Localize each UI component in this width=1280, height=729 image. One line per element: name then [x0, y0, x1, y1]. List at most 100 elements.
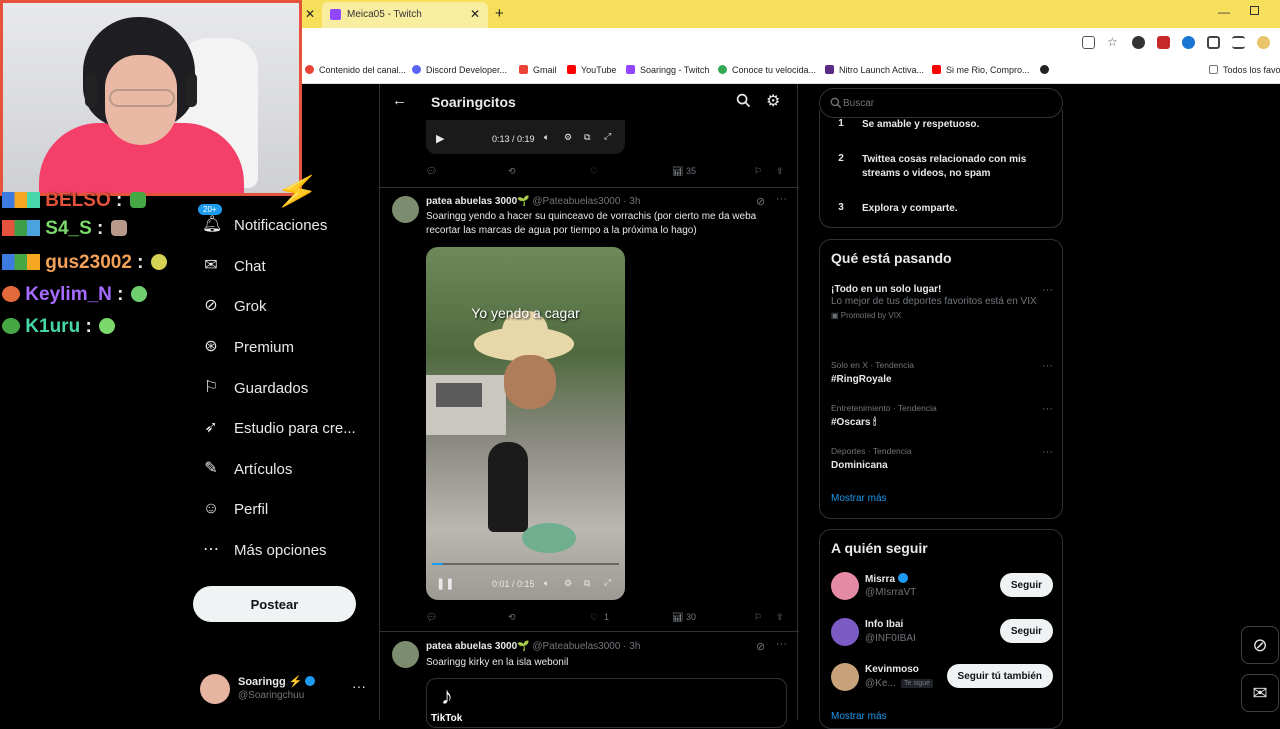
- close-icon[interactable]: ✕: [470, 7, 480, 21]
- video-player[interactable]: Yo yendo a cagar ❚❚ 0:01 / 0:15 🔈︎ ⚙ ⧉ ⤢: [426, 247, 625, 600]
- follow-suggestion[interactable]: Kevinmoso @Ke... Te sigue Seguir tú tamb…: [831, 661, 1053, 695]
- back-arrow-icon[interactable]: ←: [392, 92, 407, 109]
- share-icon[interactable]: ⇪: [776, 166, 784, 177]
- nav-item-articulos[interactable]: ✎ Artículos: [192, 455, 372, 485]
- nav-item-premium[interactable]: ⊛ Premium: [192, 333, 372, 363]
- grok-icon[interactable]: ⊘: [756, 195, 765, 208]
- search-icon[interactable]: [736, 93, 751, 108]
- show-more-link[interactable]: Mostrar más: [831, 493, 887, 504]
- trend-item[interactable]: Deportes · Tendencia Dominicana ···: [831, 446, 1053, 471]
- bookmark-folder[interactable]: Todos los favor: [1209, 65, 1280, 75]
- follow-suggestion[interactable]: Misrra @MIsrraVT Seguir: [831, 570, 1053, 604]
- link-card[interactable]: ♪ TikTok: [426, 678, 787, 728]
- grok-icon[interactable]: ⊘: [1241, 626, 1279, 664]
- trend-item[interactable]: ¡Todo en un solo lugar! Lo mejor de tus …: [831, 284, 1053, 320]
- bookmark-icon[interactable]: ⚐: [754, 166, 762, 177]
- mail-icon[interactable]: ✉: [1241, 674, 1279, 712]
- bookmark[interactable]: Si me Rio, Compro...: [932, 65, 1030, 75]
- volume-icon[interactable]: 🔈︎: [544, 132, 549, 143]
- extension-icon[interactable]: [1182, 36, 1195, 49]
- more-icon[interactable]: ···: [1042, 284, 1053, 296]
- nav-item-chat[interactable]: ✉ Chat: [192, 252, 372, 282]
- nav-item-estudio[interactable]: ➶ Estudio para cre...: [192, 414, 372, 444]
- trend-item[interactable]: Entretenimiento · Tendencia #Oscars 🕯 ··…: [831, 403, 1053, 428]
- more-icon[interactable]: ···: [776, 193, 787, 205]
- nav-item-mas-opciones[interactable]: ⋯ Más opciones: [192, 536, 372, 566]
- pip-icon[interactable]: ⧉: [584, 132, 590, 143]
- video-progress-track[interactable]: [432, 563, 619, 565]
- views-icon[interactable]: 📊︎: [672, 166, 683, 177]
- more-icon[interactable]: ···: [776, 638, 787, 650]
- pause-icon[interactable]: ❚❚: [436, 577, 454, 590]
- more-icon[interactable]: ···: [1042, 360, 1053, 372]
- follow-suggestion[interactable]: Info Ibai @INF0IBAI Seguir: [831, 616, 1053, 650]
- avatar[interactable]: [1257, 36, 1270, 49]
- bookmark[interactable]: YouTube: [567, 65, 616, 75]
- settings-icon[interactable]: ⚙: [564, 132, 572, 143]
- more-icon[interactable]: ···: [1042, 403, 1053, 415]
- bookmark[interactable]: Conoce tu velocida...: [718, 65, 816, 75]
- author-handle[interactable]: @Pateabuelas3000 · 3h: [532, 196, 640, 207]
- promoted-label: ▣ Promoted by VIX: [831, 311, 902, 320]
- star-icon[interactable]: ☆: [1107, 36, 1120, 49]
- follow-button[interactable]: Seguir: [999, 573, 1053, 597]
- reply-icon[interactable]: 💬︎: [426, 166, 437, 177]
- bookmark-icon[interactable]: ⚐: [754, 612, 762, 623]
- avatar[interactable]: [831, 663, 859, 691]
- browser-tab[interactable]: Meica05 - Twitch ✕: [322, 2, 488, 28]
- follow-back-button[interactable]: Seguir tú también: [946, 664, 1053, 688]
- fullscreen-icon[interactable]: ⤢: [604, 131, 611, 142]
- puzzle-icon[interactable]: [1207, 36, 1220, 49]
- show-more-link[interactable]: Mostrar más: [831, 711, 887, 722]
- bookmark[interactable]: Soaringg - Twitch: [626, 65, 709, 75]
- nav-item-grok[interactable]: ⊘ Grok: [192, 292, 372, 322]
- like-icon[interactable]: ♡: [590, 166, 598, 177]
- repost-icon[interactable]: ⟲: [508, 612, 516, 623]
- nav-item-guardados[interactable]: ⚐ Guardados: [192, 374, 372, 404]
- close-icon[interactable]: ✕: [305, 7, 315, 21]
- follow-button[interactable]: Seguir: [999, 619, 1053, 643]
- minimize-icon[interactable]: —: [1218, 5, 1230, 19]
- new-tab-icon[interactable]: +: [495, 5, 504, 22]
- post-button[interactable]: Postear: [193, 586, 356, 622]
- views-icon[interactable]: 📊︎: [672, 612, 683, 623]
- search-placeholder: Buscar: [843, 98, 875, 109]
- extension-icon[interactable]: [1132, 36, 1145, 49]
- bookmark[interactable]: [1040, 65, 1054, 75]
- avatar[interactable]: [392, 641, 419, 668]
- avatar[interactable]: [831, 572, 859, 600]
- maximize-icon[interactable]: [1250, 6, 1259, 15]
- account-switcher[interactable]: Soaringg ⚡ @Soaringchuu ···: [200, 672, 370, 706]
- install-icon[interactable]: [1082, 36, 1095, 49]
- bookmark[interactable]: Discord Developer...: [412, 65, 507, 75]
- extension-icon[interactable]: [1157, 36, 1170, 49]
- play-icon[interactable]: ▶: [436, 132, 444, 145]
- pip-icon[interactable]: ⧉: [584, 578, 590, 589]
- bookmark[interactable]: Gmail: [519, 65, 557, 75]
- gear-icon[interactable]: ⚙: [766, 91, 780, 111]
- verified-icon: [305, 676, 316, 686]
- volume-icon[interactable]: 🔈︎: [544, 578, 549, 589]
- repost-icon[interactable]: ⟲: [508, 166, 516, 177]
- bookmark[interactable]: Nitro Launch Activa...: [825, 65, 924, 75]
- author-name[interactable]: patea abuelas 3000🌱: [426, 196, 530, 207]
- bell-icon: 🔔︎: [202, 216, 223, 233]
- video-player[interactable]: ▶ 0:13 / 0:19 🔈︎ ⚙ ⧉ ⤢: [426, 120, 625, 154]
- nav-item-perfil[interactable]: ☺ Perfil: [192, 495, 372, 525]
- share-icon[interactable]: ⇪: [776, 612, 784, 623]
- trend-item[interactable]: Solo en X · Tendencia #RingRoyale ···: [831, 360, 1053, 385]
- avatar[interactable]: [831, 618, 859, 646]
- bookmark[interactable]: Contenido del canal...: [305, 65, 406, 75]
- avatar[interactable]: [392, 196, 419, 223]
- like-icon[interactable]: ♡: [590, 612, 598, 623]
- reply-icon[interactable]: 💬︎: [426, 612, 437, 623]
- grok-icon[interactable]: ⊘: [756, 640, 765, 653]
- media-icon[interactable]: [1232, 36, 1245, 49]
- more-icon[interactable]: ···: [1042, 446, 1053, 458]
- nav-item-notificaciones[interactable]: 🔔︎ 20+ Notificaciones: [192, 204, 372, 241]
- author-handle[interactable]: @Pateabuelas3000 · 3h: [532, 641, 640, 652]
- fullscreen-icon[interactable]: ⤢: [604, 577, 611, 588]
- author-name[interactable]: patea abuelas 3000🌱: [426, 641, 530, 652]
- more-icon[interactable]: ···: [352, 678, 366, 694]
- settings-icon[interactable]: ⚙: [564, 578, 572, 589]
